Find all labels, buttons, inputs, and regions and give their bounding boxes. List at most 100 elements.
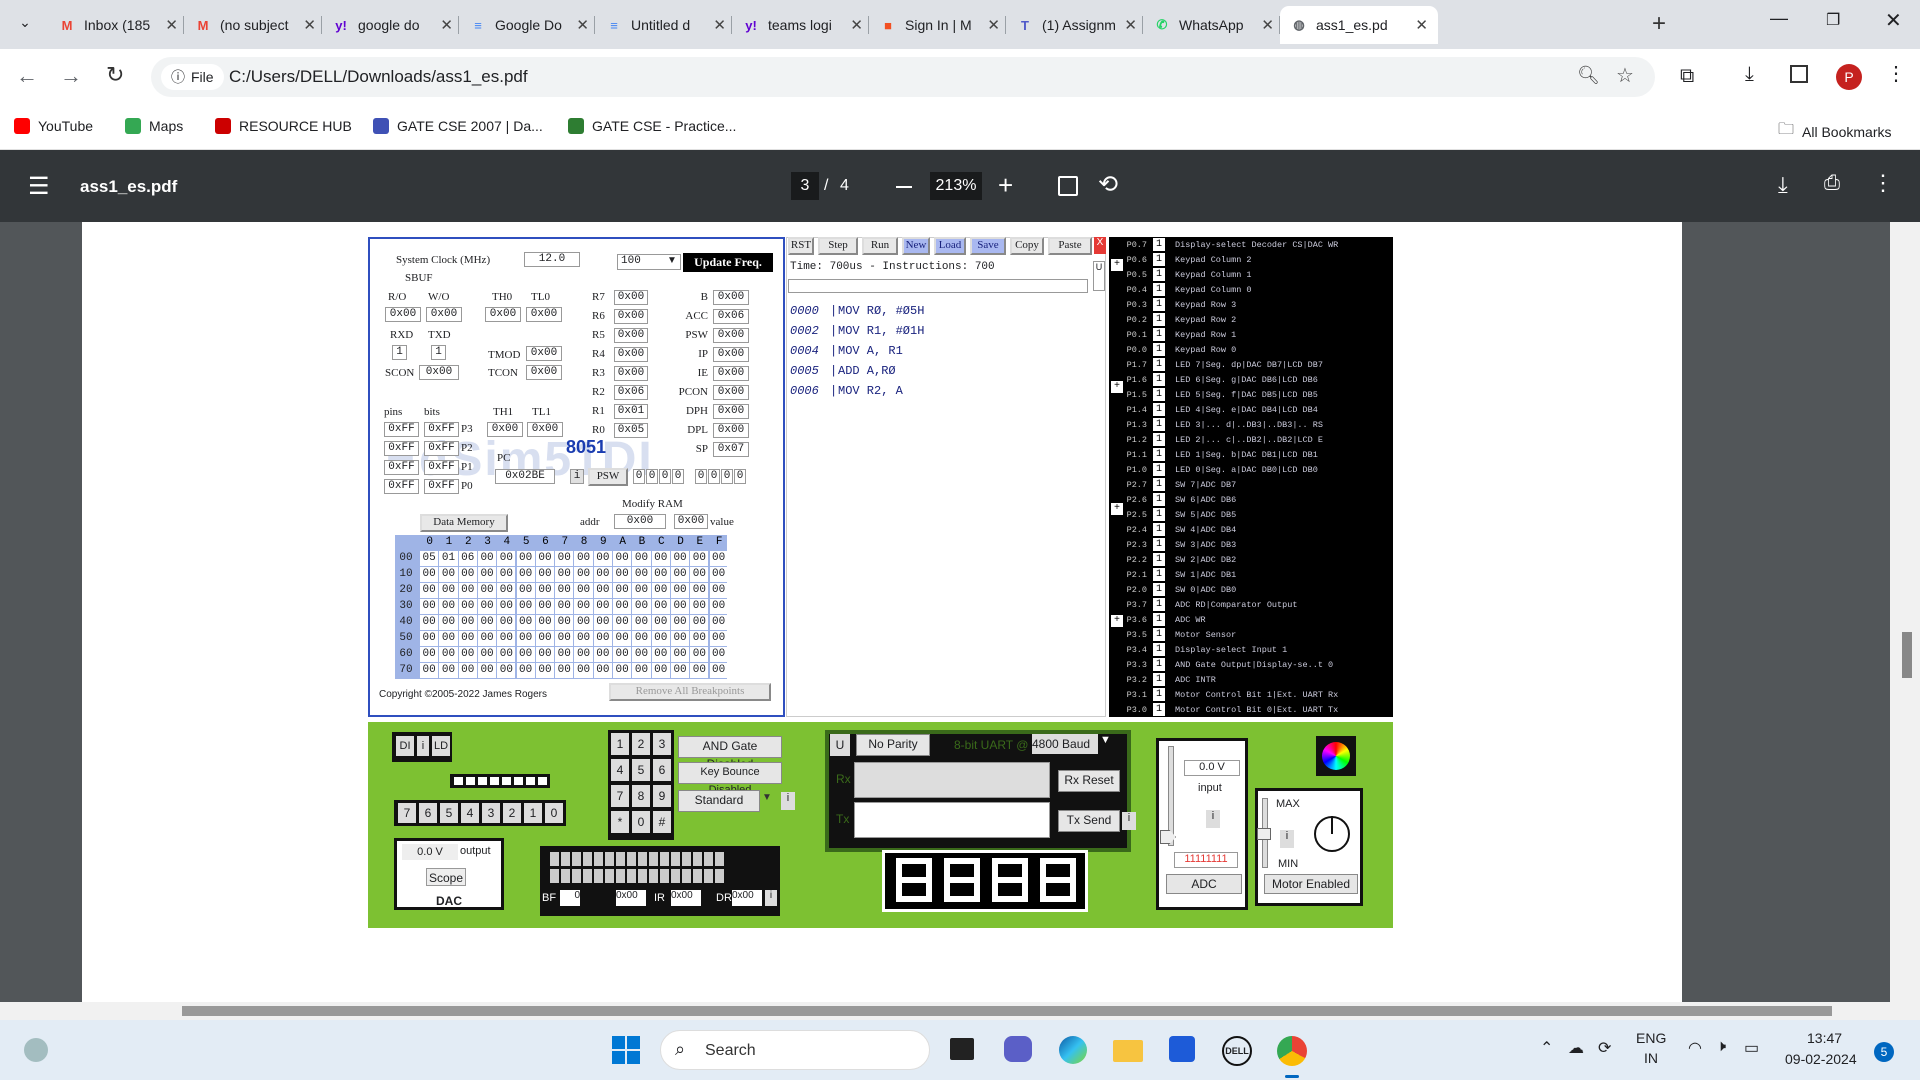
mem-cell[interactable]: 00 <box>690 599 709 614</box>
mem-cell[interactable]: 00 <box>593 647 612 662</box>
mem-cell[interactable]: 00 <box>574 599 593 614</box>
keypad-info-button[interactable]: i <box>781 792 795 810</box>
mem-cell[interactable]: 00 <box>574 583 593 598</box>
mem-cell[interactable]: 00 <box>420 647 439 662</box>
mem-cell[interactable]: 00 <box>497 599 516 614</box>
port-expand-icon[interactable]: + <box>1111 381 1123 393</box>
value-field[interactable]: 0x00 <box>674 514 708 529</box>
vertical-scrollbar[interactable] <box>1890 222 1920 1020</box>
code-up-icon[interactable]: U <box>1093 261 1105 291</box>
clock-date[interactable]: 09-02-2024 <box>1785 1051 1857 1067</box>
port-pin-value[interactable]: 1 <box>1153 403 1165 416</box>
port-pin-value[interactable]: 1 <box>1153 658 1165 671</box>
vertical-scroll-thumb[interactable] <box>1902 632 1912 678</box>
mem-cell[interactable]: 00 <box>516 631 535 646</box>
mem-cell[interactable]: 00 <box>690 583 709 598</box>
reg-field-R6[interactable]: 0x00 <box>614 309 648 324</box>
pc-info-button[interactable]: i <box>570 469 584 484</box>
ctrl-copy-button[interactable]: Copy <box>1010 237 1044 255</box>
mem-cell[interactable]: 00 <box>690 631 709 646</box>
port-pin-value[interactable]: 1 <box>1153 463 1165 476</box>
ctrl-new-button[interactable]: New <box>902 237 930 255</box>
adc-info-button[interactable]: i <box>1206 810 1220 828</box>
close-tab-icon[interactable]: ✕ <box>303 16 316 34</box>
ctrl-load-button[interactable]: Load <box>934 237 966 255</box>
download-icon[interactable]: ⤓ <box>1745 63 1754 86</box>
port-bits-field[interactable]: 0xFF <box>424 460 459 475</box>
sys-clock-input[interactable]: 12.0 <box>524 252 580 267</box>
tmod-field[interactable]: 0x00 <box>526 346 562 361</box>
mem-cell[interactable]: 00 <box>420 567 439 582</box>
port-expand-icon[interactable]: + <box>1111 259 1123 271</box>
psw-bit[interactable]: 0 <box>708 469 720 484</box>
key-#[interactable]: # <box>653 811 671 833</box>
mem-cell[interactable]: 00 <box>555 663 574 678</box>
code-instruction[interactable]: MOV RØ, #Ø5H <box>838 304 924 318</box>
mem-cell[interactable]: 00 <box>420 599 439 614</box>
baud-select[interactable]: 4800 Baud <box>1032 734 1098 754</box>
menu-icon[interactable]: ☰ <box>28 172 50 201</box>
mem-cell[interactable]: 00 <box>535 599 555 614</box>
tab-6[interactable]: ■ Sign In | M ✕ <box>869 6 1010 44</box>
tab-1[interactable]: M (no subject ✕ <box>184 6 326 44</box>
tab-0[interactable]: M Inbox (185 ✕ <box>48 6 188 44</box>
port-pin-value[interactable]: 1 <box>1153 703 1165 716</box>
sfr-field-SP[interactable]: 0x07 <box>713 442 749 457</box>
mem-cell[interactable]: 00 <box>497 631 516 646</box>
address-bar[interactable]: ⓘ File C:/Users/DELL/Downloads/ass1_es.p… <box>151 57 1655 97</box>
uart-u-button[interactable]: U <box>830 734 850 756</box>
port-pin-value[interactable]: 1 <box>1153 448 1165 461</box>
mem-cell[interactable]: 00 <box>555 567 574 582</box>
bookmark-1[interactable]: Maps <box>125 118 183 134</box>
zoom-in-button[interactable]: + <box>998 170 1013 201</box>
edge-icon[interactable] <box>1059 1036 1087 1064</box>
mem-cell[interactable]: 00 <box>497 663 516 678</box>
pdf-download-icon[interactable]: ⤓ <box>1778 172 1788 198</box>
mem-cell[interactable]: 00 <box>613 631 632 646</box>
port-pin-value[interactable]: 1 <box>1153 643 1165 656</box>
mem-cell[interactable]: 00 <box>709 567 728 582</box>
port-pin-value[interactable]: 1 <box>1153 583 1165 596</box>
clock-time[interactable]: 13:47 <box>1807 1030 1842 1046</box>
widgets-icon[interactable] <box>24 1038 48 1062</box>
lcd-info-button[interactable]: i <box>765 890 777 906</box>
mem-cell[interactable]: 00 <box>439 583 458 598</box>
mem-cell[interactable]: 00 <box>516 663 535 678</box>
mem-cell[interactable]: 00 <box>574 631 593 646</box>
key-1[interactable]: 1 <box>611 733 629 755</box>
battery-icon[interactable]: ▭ <box>1744 1038 1759 1058</box>
tab-4[interactable]: ≡ Untitled d ✕ <box>595 6 736 44</box>
psw-bit[interactable]: 0 <box>695 469 707 484</box>
mem-cell[interactable]: 00 <box>535 567 555 582</box>
fit-page-icon[interactable] <box>1058 176 1078 196</box>
code-instruction[interactable]: MOV R2, A <box>838 384 903 398</box>
mem-cell[interactable]: 00 <box>690 615 709 630</box>
mem-cell[interactable]: 00 <box>670 599 690 614</box>
ctrl-paste-button[interactable]: Paste <box>1048 237 1092 255</box>
horizontal-scrollbar[interactable] <box>0 1002 1890 1020</box>
zoom-input[interactable]: 213% <box>930 172 982 200</box>
key-0[interactable]: 0 <box>632 811 650 833</box>
task-view-icon[interactable] <box>950 1038 974 1060</box>
port-pin-value[interactable]: 1 <box>1153 328 1165 341</box>
mem-cell[interactable]: 00 <box>574 663 593 678</box>
port-pin-value[interactable]: 1 <box>1153 388 1165 401</box>
reg-field-R1[interactable]: 0x01 <box>614 404 648 419</box>
close-tab-icon[interactable]: ✕ <box>1415 16 1428 34</box>
switch-4[interactable]: 4 <box>461 803 479 823</box>
bookmark-star-icon[interactable]: ☆ <box>1616 63 1634 88</box>
mem-cell[interactable]: 00 <box>651 647 670 662</box>
mem-cell[interactable]: 00 <box>670 663 690 678</box>
mem-cell[interactable]: 00 <box>497 583 516 598</box>
minimize-button[interactable]: — <box>1770 8 1788 29</box>
tray-chevron-icon[interactable]: ⌃ <box>1540 1038 1553 1058</box>
mem-cell[interactable]: 00 <box>497 567 516 582</box>
port-pin-value[interactable]: 1 <box>1153 598 1165 611</box>
tab-search-chevron-icon[interactable]: ⌄ <box>14 14 36 36</box>
mem-cell[interactable]: 00 <box>458 615 477 630</box>
port-expand-icon[interactable]: + <box>1111 615 1123 627</box>
rotate-icon[interactable]: ⟲ <box>1098 170 1118 199</box>
sfr-field-IE[interactable]: 0x00 <box>713 366 749 381</box>
mem-cell[interactable]: 00 <box>709 615 728 630</box>
mem-cell[interactable]: 00 <box>497 647 516 662</box>
